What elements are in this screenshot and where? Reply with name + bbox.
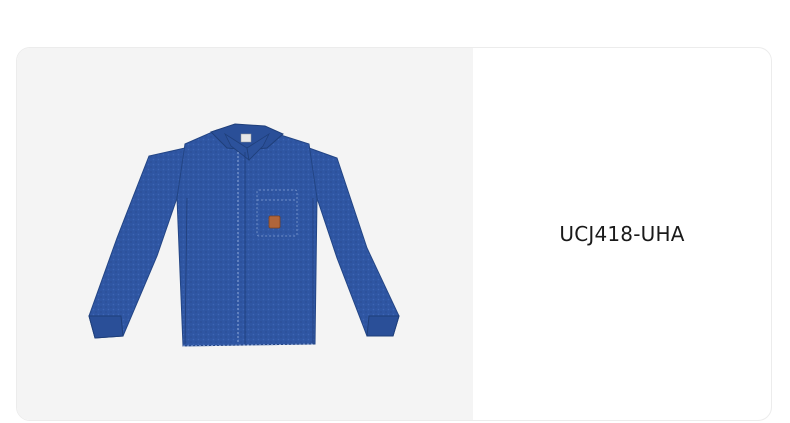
product-card[interactable]: UCJ418-UHA	[16, 47, 772, 421]
product-info-panel: UCJ418-UHA	[473, 48, 771, 420]
denim-shirt-image	[17, 48, 473, 421]
product-image-panel[interactable]	[17, 48, 473, 420]
product-sku: UCJ418-UHA	[559, 222, 684, 246]
